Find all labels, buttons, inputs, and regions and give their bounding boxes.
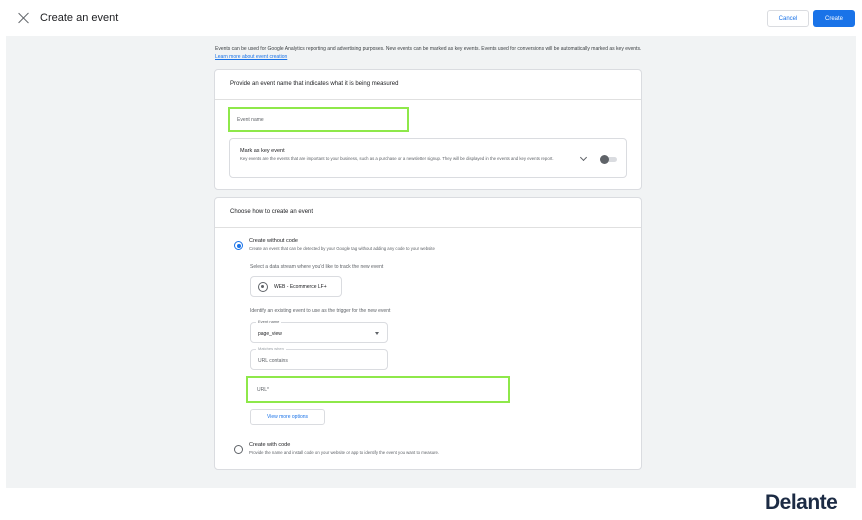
- select-value: URL contains: [258, 358, 288, 364]
- url-placeholder: URL*: [257, 387, 269, 393]
- cancel-button[interactable]: Cancel: [767, 10, 809, 27]
- key-event-description: Key events are the events that are impor…: [240, 156, 554, 161]
- web-stream-icon: [258, 282, 268, 292]
- matches-when-select[interactable]: Matches when URL contains: [250, 346, 388, 370]
- learn-more-link[interactable]: Learn more about event creation: [215, 54, 287, 60]
- top-bar: Create an event Cancel Create: [0, 0, 862, 36]
- view-more-options-button[interactable]: View more options: [250, 409, 325, 425]
- with-code-radio[interactable]: [234, 445, 243, 454]
- chevron-down-icon[interactable]: [579, 153, 588, 162]
- page-title: Create an event: [40, 12, 119, 24]
- close-icon[interactable]: [18, 12, 30, 24]
- key-event-title: Mark as key event: [240, 148, 285, 154]
- select-value: page_view: [258, 331, 282, 337]
- url-field[interactable]: URL*: [246, 376, 510, 403]
- card-header: Provide an event name that indicates wha…: [215, 70, 641, 100]
- stream-value: WEB - Ecommerce LF+: [274, 284, 327, 290]
- card-heading: Choose how to create an event: [230, 209, 314, 215]
- event-name-select[interactable]: Event name page_view: [250, 319, 388, 343]
- data-stream-chip[interactable]: WEB - Ecommerce LF+: [250, 276, 342, 297]
- key-event-panel: Mark as key event Key events are the eve…: [229, 138, 627, 178]
- intro-description: Events can be used for Google Analytics …: [215, 46, 642, 52]
- toggle-knob: [600, 155, 609, 164]
- event-name-placeholder: Event name: [237, 117, 264, 123]
- delante-logo: Delante: [765, 491, 838, 514]
- select-legend: Event name: [256, 319, 282, 324]
- key-event-toggle[interactable]: [600, 155, 618, 164]
- intro-text: Events can be used for Google Analytics …: [215, 45, 645, 61]
- card-header: Choose how to create an event: [215, 198, 641, 228]
- without-code-title: Create without code: [249, 238, 298, 244]
- trigger-label: Identify an existing event to use as the…: [250, 308, 391, 314]
- event-name-field[interactable]: Event name: [228, 107, 409, 132]
- with-code-description: Provide the name and install code on you…: [249, 450, 440, 455]
- with-code-title: Create with code: [249, 442, 291, 448]
- stream-label: Select a data stream where you'd like to…: [250, 264, 384, 270]
- create-button[interactable]: Create: [813, 10, 855, 27]
- without-code-radio[interactable]: [234, 241, 243, 250]
- without-code-description: Create an event that can be detected by …: [249, 246, 435, 251]
- card-heading: Provide an event name that indicates wha…: [230, 81, 399, 87]
- caret-down-icon: [375, 332, 379, 335]
- select-legend: Matches when: [256, 346, 286, 351]
